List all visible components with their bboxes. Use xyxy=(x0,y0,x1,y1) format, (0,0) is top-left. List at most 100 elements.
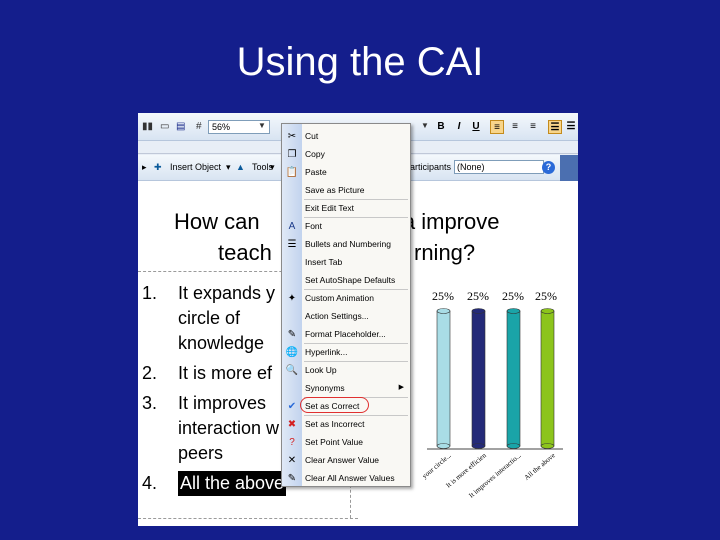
menu-item-label: Bullets and Numbering xyxy=(305,239,391,249)
menu-item-label: Cut xyxy=(305,131,319,141)
highlight-circle xyxy=(300,397,369,413)
menu-item-clear-answer-value[interactable]: ✕ Clear Answer Value xyxy=(282,452,410,470)
answer-number: 4. xyxy=(142,473,158,493)
menu-item-label: Set as Incorrect xyxy=(305,419,365,429)
menu-item-set-autoshape-defaults[interactable]: Set AutoShape Defaults xyxy=(282,272,410,290)
menu-item-custom-animation[interactable]: ✦ Custom Animation xyxy=(282,290,410,308)
menu-arrow-icon[interactable]: ▸ xyxy=(142,162,147,173)
answer-text-selected[interactable]: All the above xyxy=(178,471,287,496)
answer-text: circle of xyxy=(178,308,241,328)
menu-item-look-up[interactable]: 🔍 Look Up xyxy=(282,362,410,380)
bullets-button[interactable]: ☰ xyxy=(564,120,578,134)
menu-item-label: Hyperlink... xyxy=(305,347,348,357)
menu-blank-icon xyxy=(285,274,299,288)
question-line2-right: rning? xyxy=(414,240,476,265)
participant-list-select[interactable]: (None) xyxy=(454,160,544,174)
toolbar-options-button[interactable] xyxy=(560,155,578,181)
answer-text: It improves xyxy=(178,393,267,413)
menu-item-label: Format Placeholder... xyxy=(305,329,386,339)
menu-item-label: Insert Tab xyxy=(305,257,343,267)
menu-item-label: Save as Picture xyxy=(305,185,365,195)
align-center-button[interactable]: ≡ xyxy=(508,120,522,134)
menu-item-bullets-and-numbering[interactable]: ☰ Bullets and Numbering xyxy=(282,236,410,254)
paste-icon: 📋 xyxy=(285,167,299,178)
font-icon: A xyxy=(288,221,296,232)
menu-item-font[interactable]: A Font xyxy=(282,218,410,236)
bullets-icon: ☰ xyxy=(287,239,297,250)
tools-icon: ▲ xyxy=(236,162,245,172)
answer-text: interaction w xyxy=(178,418,280,438)
table-icon[interactable]: ▭ xyxy=(160,120,169,134)
menu-item-label: Exit Edit Text xyxy=(305,203,354,213)
clear-icon: ✕ xyxy=(287,455,297,466)
menu-item-hyperlink[interactable]: 🌐 Hyperlink... xyxy=(282,344,410,362)
slide-title: Using the CAI xyxy=(236,40,484,84)
powerpoint-screenshot: ▮▮ ▭ ▤ # 56% ▼ ▼ B I U ≡ ≡ ≡ ☰ ☰ ▸ ✚ Ins… xyxy=(138,113,578,526)
context-menu: ✂ Cut ❐ Copy 📋 Paste Save as Picture Exit Edit … xyxy=(281,123,411,487)
hyperlink-icon: 🌐 xyxy=(285,347,299,358)
menu-blank-icon xyxy=(285,202,299,216)
bold-button[interactable]: B xyxy=(434,120,448,134)
bar-2 xyxy=(471,308,486,449)
menu-item-cut[interactable]: ✂ Cut xyxy=(282,128,410,146)
participants-label[interactable]: articipants xyxy=(410,162,451,172)
menu-blank-icon xyxy=(285,256,299,270)
menu-item-format-placeholder[interactable]: ✎ Format Placeholder... xyxy=(282,326,410,344)
data-label: 25% xyxy=(535,289,557,303)
menu-item-label: Look Up xyxy=(305,365,337,375)
menu-item-set-as-correct[interactable]: ✔ Set as Correct xyxy=(282,397,410,416)
menu-item-synonyms[interactable]: Synonyms ▶ xyxy=(282,380,410,398)
menu-item-label: Action Settings... xyxy=(305,311,369,321)
menu-item-paste[interactable]: 📋 Paste xyxy=(282,164,410,182)
menu-blank-icon xyxy=(285,310,299,324)
x-icon: ✖ xyxy=(287,419,297,430)
bar-4 xyxy=(540,308,555,449)
answer-text: peers xyxy=(178,443,224,463)
copy-icon: ❐ xyxy=(287,149,297,160)
question-line2-left: teach xyxy=(218,240,272,265)
underline-button[interactable]: U xyxy=(469,120,483,134)
chart-icon[interactable]: ▮▮ xyxy=(142,120,153,134)
menu-item-clear-all-answer-values[interactable]: ✎ Clear All Answer Values xyxy=(282,470,410,488)
chevron-down-icon[interactable]: ▼ xyxy=(421,121,429,130)
answer-number: 2. xyxy=(142,363,158,383)
menu-item-label: Synonyms xyxy=(305,383,345,393)
data-label: 25% xyxy=(432,289,454,303)
align-left-button[interactable]: ≡ xyxy=(490,120,504,134)
menu-item-label: Clear Answer Value xyxy=(305,455,380,465)
chevron-down-icon[interactable]: ▼ xyxy=(258,121,266,130)
menu-item-label: Font xyxy=(305,221,323,231)
menu-item-set-point-value[interactable]: ? Set Point Value xyxy=(282,434,410,452)
menu-item-insert-tab[interactable]: Insert Tab xyxy=(282,254,410,272)
question-icon: ? xyxy=(289,437,295,448)
align-right-button[interactable]: ≡ xyxy=(526,120,540,134)
grid-lines-icon[interactable]: # xyxy=(196,120,202,134)
help-icon[interactable]: ? xyxy=(542,161,555,174)
answer-number: 1. xyxy=(142,283,158,303)
numbering-button[interactable]: ☰ xyxy=(548,120,562,134)
menu-item-copy[interactable]: ❐ Copy xyxy=(282,146,410,164)
clear-all-icon: ✎ xyxy=(287,473,297,484)
answer-text: It is more ef xyxy=(178,363,273,383)
insert-object-menu[interactable]: Insert Object xyxy=(170,162,221,172)
bar-1 xyxy=(436,308,451,449)
data-label: 25% xyxy=(502,289,524,303)
menu-item-exit-edit-text[interactable]: Exit Edit Text xyxy=(282,200,410,218)
chevron-down-icon[interactable]: ▾ xyxy=(270,162,275,173)
format-icon: ✎ xyxy=(287,329,297,340)
menu-item-label: Clear All Answer Values xyxy=(305,473,395,483)
menu-item-save-as-picture[interactable]: Save as Picture xyxy=(282,182,410,200)
grid-icon[interactable]: ▤ xyxy=(176,120,185,134)
bar-3 xyxy=(506,308,521,449)
chevron-down-icon[interactable]: ▾ xyxy=(226,162,231,173)
lookup-icon: 🔍 xyxy=(285,365,299,376)
italic-button[interactable]: I xyxy=(452,120,466,134)
scissors-icon: ✂ xyxy=(287,131,297,142)
menu-item-action-settings[interactable]: Action Settings... xyxy=(282,308,410,326)
menu-blank-icon xyxy=(285,184,299,198)
data-label: 25% xyxy=(467,289,489,303)
response-bar-chart: It expands your circle...It is more effi… xyxy=(423,308,563,500)
menu-item-label: Copy xyxy=(305,149,325,159)
menu-item-label: Set AutoShape Defaults xyxy=(305,275,396,285)
menu-item-set-as-incorrect[interactable]: ✖ Set as Incorrect xyxy=(282,416,410,434)
